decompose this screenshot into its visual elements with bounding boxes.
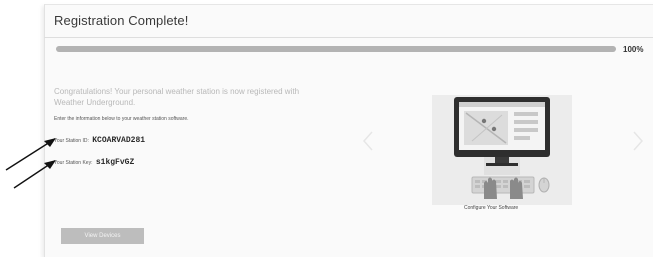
station-id-value: KCOARVAD281 [92,136,146,145]
carousel-prev-button[interactable] [362,130,374,152]
progress-fill [56,46,616,52]
progress-percent: 100% [623,45,644,54]
annotation-arrows [5,138,56,189]
progress-bar [56,46,616,52]
congratulations-message: Congratulations! Your personal weather s… [54,87,300,107]
chevron-left-icon [362,131,373,151]
configure-software-illustration [432,95,572,205]
carousel-caption: Configure Your Software [464,205,519,211]
title-divider [44,37,653,38]
arrowhead-icon [44,138,56,147]
carousel-next-button[interactable] [632,130,644,152]
station-key-value: s1kgFvGZ [95,158,135,167]
instruction-text: Enter the information below to your weat… [54,116,189,122]
arrowhead-icon [44,160,56,169]
page-title: Registration Complete! [54,13,189,28]
chevron-right-icon [633,131,644,151]
view-devices-button[interactable]: View Devices [61,228,144,244]
